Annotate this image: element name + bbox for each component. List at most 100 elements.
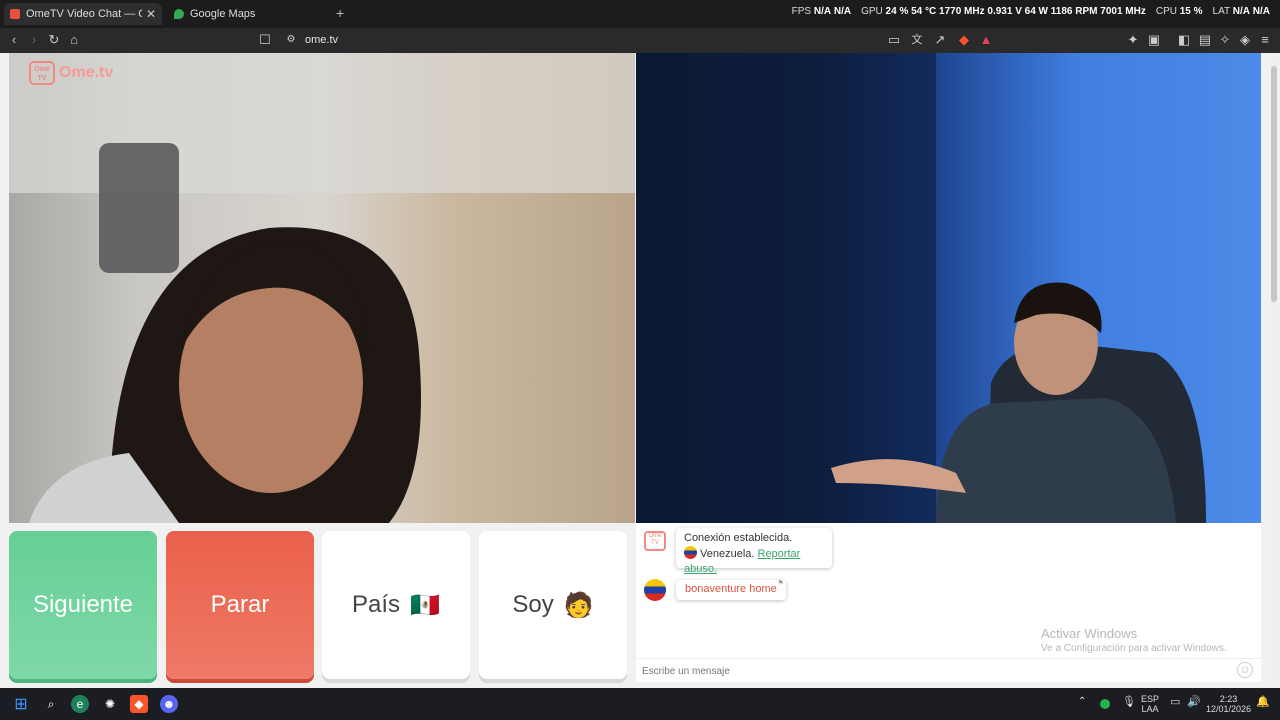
gpu-readout: GPU 24 % 54 °C 1770 MHz 0.931 V 64 W 118… xyxy=(861,6,1146,17)
brave-rewards-icon[interactable]: ▲ xyxy=(978,32,994,48)
cpu-label: CPU xyxy=(1155,6,1177,17)
message-input[interactable] xyxy=(642,663,1222,679)
forward-icon[interactable]: › xyxy=(26,32,42,48)
wallet-icon[interactable]: ▤ xyxy=(1197,32,1213,48)
stranger-message-text: bonaventure home xyxy=(685,583,777,595)
language-indicator[interactable]: ESP LAA xyxy=(1141,694,1159,714)
sidebar-icon[interactable]: ◧ xyxy=(1176,32,1192,48)
ometv-favicon-icon xyxy=(10,9,20,19)
microphone-icon[interactable]: 🎙 xyxy=(1122,697,1136,708)
brave-shields-icon[interactable]: ◆ xyxy=(956,32,972,48)
gpu-clock: 1770 MHz xyxy=(939,6,985,17)
cpu-load: 15 % xyxy=(1179,6,1203,17)
next-button[interactable]: Siguiente xyxy=(9,531,157,679)
leo-ai-icon[interactable]: ✧ xyxy=(1217,32,1233,48)
scrollbar-thumb[interactable] xyxy=(1271,66,1277,302)
tab-title: Google Maps xyxy=(190,8,256,20)
address-bar[interactable]: ome.tv xyxy=(305,34,338,46)
reload-icon[interactable]: ↻ xyxy=(46,32,62,48)
gpu-mem: 7001 MHz xyxy=(1100,6,1146,17)
tab-ometv[interactable]: OmeTV Video Chat — Omeg ✕ xyxy=(4,3,162,25)
notifications-icon[interactable]: 🔔 xyxy=(1256,697,1270,708)
ometv-system-avatar-icon: Ome TV xyxy=(644,531,666,551)
fps-value: N/A xyxy=(813,6,832,17)
gpu-temp: 54 °C xyxy=(911,6,937,17)
volume-icon[interactable]: 🔊 xyxy=(1187,697,1201,708)
chat-input-bar: ☺ xyxy=(636,658,1261,682)
cast-icon[interactable]: ▭ xyxy=(886,32,902,48)
keyboard-layout: LAA xyxy=(1141,704,1159,714)
logo-text: Ome.tv xyxy=(59,64,114,81)
gpu-power: 64 W xyxy=(1024,6,1048,17)
next-button-label: Siguiente xyxy=(32,591,134,618)
windows-activation-watermark: Activar Windows Ve a Configuración para … xyxy=(1041,626,1227,654)
stranger-video xyxy=(636,53,1261,523)
tab-title: OmeTV Video Chat — Omeg xyxy=(26,8,142,20)
country-button-label: País xyxy=(352,591,401,618)
gpu-label: GPU xyxy=(861,6,883,17)
emoji-picker-icon[interactable]: ☺ xyxy=(1237,662,1253,678)
menu-icon[interactable]: ≡ xyxy=(1257,32,1273,48)
clock-date: 12/01/2026 xyxy=(1206,704,1252,714)
fps-value-2: N/A xyxy=(833,6,852,17)
discord-icon[interactable]: ☻ xyxy=(160,695,178,713)
country-button[interactable]: País 🇲🇽 xyxy=(322,531,470,679)
lat-value: N/A xyxy=(1232,6,1250,17)
country-line: Venezuela. Reportar abuso. xyxy=(684,546,824,577)
stop-button[interactable]: Parar xyxy=(166,531,314,679)
gpu-rpm: 1186 RPM xyxy=(1050,6,1098,17)
system-message: Conexión establecida. Venezuela. Reporta… xyxy=(676,528,832,575)
connection-status-text: Conexión establecida. xyxy=(684,532,793,544)
tab-search-icon[interactable]: ▣ xyxy=(1146,32,1162,48)
gpu-load: 24 % xyxy=(885,6,909,17)
lat-label: LAT xyxy=(1212,6,1230,17)
lat-readout: LAT N/A N/A xyxy=(1213,6,1270,17)
performance-overlay: FPS N/A N/A GPU 24 % 54 °C 1770 MHz 0.93… xyxy=(792,6,1270,17)
back-icon[interactable]: ‹ xyxy=(6,32,22,48)
gender-button[interactable]: Soy 🧑 xyxy=(479,531,627,679)
windows-start-icon[interactable]: ⊞ xyxy=(12,695,30,713)
tab-close-icon[interactable]: ✕ xyxy=(146,7,156,21)
stop-button-label: Parar xyxy=(210,591,270,618)
local-video-frame xyxy=(9,53,635,523)
tab-strip: OmeTV Video Chat — Omeg ✕ Google Maps + … xyxy=(0,0,1280,28)
new-tab-button[interactable]: + xyxy=(336,5,344,21)
bookmark-icon[interactable]: ☐ xyxy=(257,32,273,48)
stranger-video-frame xyxy=(636,53,1206,523)
home-icon[interactable]: ⌂ xyxy=(66,32,82,48)
ometv-logo[interactable]: Ome TV Ome.tv xyxy=(29,61,113,85)
clock[interactable]: 2:23 12/01/2026 xyxy=(1206,694,1251,714)
venezuela-flag-icon xyxy=(684,546,697,559)
lat-value-2: N/A xyxy=(1252,6,1270,17)
gender-button-label: Soy xyxy=(512,591,554,618)
share-icon[interactable]: ↗ xyxy=(932,32,948,48)
extensions-icon[interactable]: ✦ xyxy=(1125,32,1141,48)
edge-icon[interactable]: e xyxy=(71,695,89,713)
boy-avatar-icon: 🧑 xyxy=(563,591,594,619)
vpn-icon[interactable]: ◈ xyxy=(1237,32,1253,48)
ometv-logo-icon: Ome TV xyxy=(29,61,55,85)
windows-taskbar: ⊞ ⌕ e ✺ ◆ ☻ ⌃ 🎙 ESP LAA ▭ 🔊 2:23 12/01/2… xyxy=(0,688,1280,720)
country-name: Venezuela. xyxy=(700,548,755,560)
tray-overflow-icon[interactable]: ⌃ xyxy=(1078,697,1086,707)
watermark-title: Activar Windows xyxy=(1041,626,1138,641)
site-settings-icon[interactable]: ⚙ xyxy=(283,32,299,48)
language-code: ESP xyxy=(1141,694,1160,704)
ometv-page: Ome TV Ome.tv Siguiente Parar País 🇲🇽 So… xyxy=(0,53,1280,688)
network-icon[interactable]: ▭ xyxy=(1170,697,1180,708)
tab-google-maps[interactable]: Google Maps xyxy=(168,3,328,25)
local-video: Ome TV Ome.tv xyxy=(9,53,635,523)
fps-readout: FPS N/A N/A xyxy=(792,6,851,17)
status-dot-icon[interactable] xyxy=(1100,699,1110,709)
mexico-flag-icon: 🇲🇽 xyxy=(410,591,440,619)
chatgpt-icon[interactable]: ✺ xyxy=(101,695,119,713)
cpu-readout: CPU 15 % xyxy=(1156,6,1203,17)
report-message-flag-icon[interactable]: ⚑ xyxy=(777,579,783,587)
brave-browser-icon[interactable]: ◆ xyxy=(130,695,148,713)
fps-label: FPS xyxy=(791,6,812,17)
search-icon[interactable]: ⌕ xyxy=(42,695,60,713)
gpu-volt: 0.931 V xyxy=(987,6,1022,17)
page-scrollbar[interactable] xyxy=(1270,56,1278,686)
browser-toolbar: ‹ › ↻ ⌂ ☐ ⚙ ome.tv ▭ 文 ↗ ◆ ▲ ✦ ▣ ◧ ▤ ✧ ◈… xyxy=(0,28,1280,53)
translate-icon[interactable]: 文 xyxy=(909,32,925,48)
